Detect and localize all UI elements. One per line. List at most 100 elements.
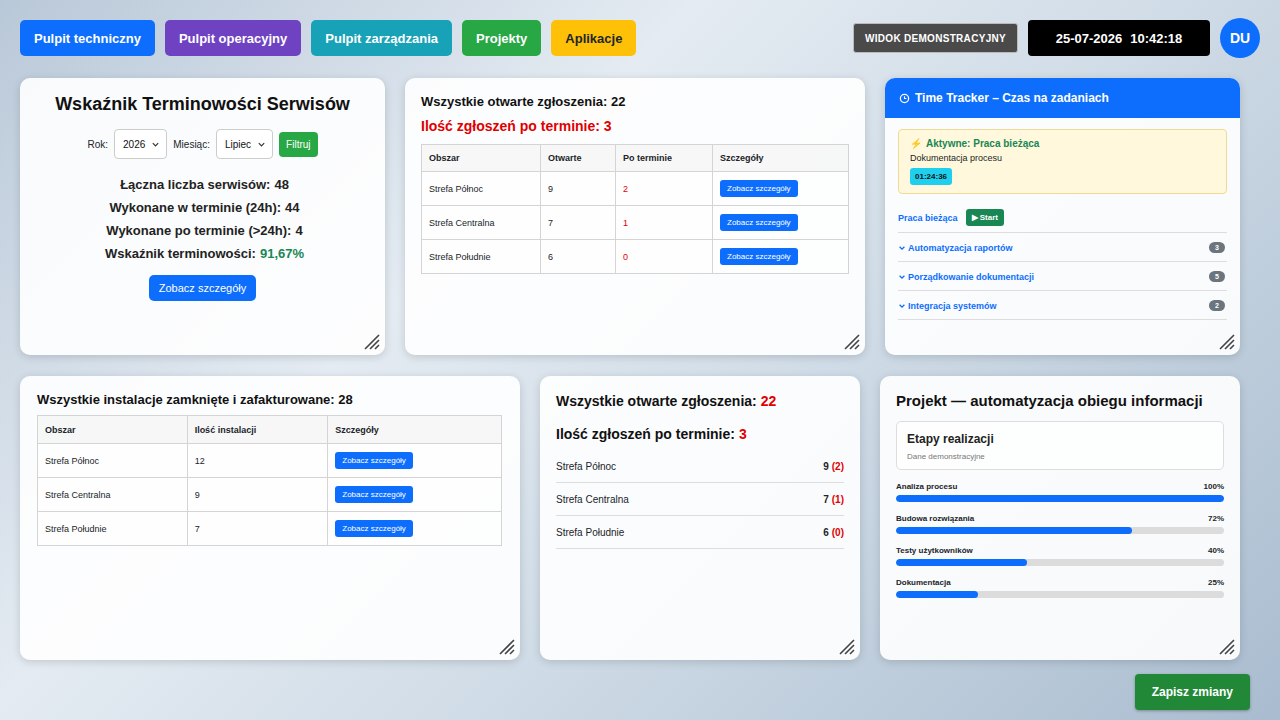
open-tickets-card: Wszystkie otwarte zgłoszenia: 22 Ilość zg…	[405, 78, 865, 355]
task-link[interactable]: Praca bieżąca	[898, 213, 958, 223]
group-name: Porządkowanie dokumentacji	[908, 272, 1034, 282]
summary-values: 6(0)	[823, 527, 844, 538]
cell: 12	[187, 444, 328, 478]
summary-row: Strefa Północ9(2)	[556, 450, 844, 483]
details-button[interactable]: Zobacz szczegóły	[335, 452, 413, 469]
column-header: Obszar	[422, 145, 541, 172]
table-row: Strefa Północ92Zobacz szczegóły	[422, 172, 849, 206]
nav-buttons: Pulpit techniczny Pulpit operacyjny Pulpit…	[20, 20, 636, 56]
open-tickets-table: ObszarOtwartePo terminieSzczegółyStrefa …	[421, 144, 849, 274]
chevron-down-icon	[151, 140, 160, 149]
column-header: Szczegóły	[328, 416, 502, 444]
stage-percent: 25%	[1208, 578, 1224, 587]
year-select[interactable]: 2026	[114, 129, 167, 159]
top-row: Wskaźnik Terminowości SerwisówRok:2026Mi…	[20, 78, 1260, 355]
resize-handle-icon	[1217, 332, 1235, 350]
stage: Dokumentacja25%	[896, 578, 1224, 598]
cell: 1	[616, 206, 713, 240]
stat-label: Łączna liczba serwisów:	[120, 177, 270, 192]
summary-label: Wszystkie otwarte zgłoszenia:	[556, 393, 757, 409]
start-button[interactable]: ▶ Start	[966, 209, 1004, 226]
task-group[interactable]: Porządkowanie dokumentacji 5	[898, 262, 1227, 291]
summary-values: 7(1)	[823, 494, 844, 505]
clock-time: 10:42:18	[1130, 31, 1182, 46]
nav-button[interactable]: Pulpit techniczny	[20, 20, 155, 56]
year-value: 2026	[123, 139, 145, 150]
group-name: Automatyzacja raportów	[908, 243, 1013, 253]
stat-line: Łączna liczba serwisów: 48	[34, 173, 371, 196]
overdue-count: Ilość zgłoszeń po terminie: 3	[421, 118, 849, 134]
progress-fill	[896, 591, 978, 598]
nav-button[interactable]: Aplikacje	[551, 20, 636, 56]
details-button[interactable]: Zobacz szczegóły	[335, 486, 413, 503]
details-button[interactable]: Zobacz szczegóły	[720, 180, 798, 197]
cell: Zobacz szczegóły	[328, 444, 502, 478]
active-label: ⚡Aktywne: Praca bieżąca	[910, 138, 1215, 149]
count-badge: 5	[1209, 271, 1225, 282]
cell: Strefa Centralna	[38, 478, 188, 512]
stage-label: Analiza procesu	[896, 482, 957, 491]
active-title: Aktywne: Praca bieżąca	[926, 138, 1039, 149]
resize-handle-icon	[842, 332, 860, 350]
column-header: Ilość instalacji	[187, 416, 328, 444]
card-title: Time Tracker – Czas na zadaniach	[915, 91, 1109, 105]
resize-handle-icon	[497, 637, 515, 655]
time-tracker-card: Time Tracker – Czas na zadaniach ⚡Aktywne…	[885, 78, 1240, 355]
card-title: Wszystkie otwarte zgłoszenia: 22	[421, 94, 849, 109]
details-button[interactable]: Zobacz szczegóły	[720, 248, 798, 265]
summary-overdue: Ilość zgłoszeń po terminie:3	[556, 426, 844, 442]
cell: 7	[187, 512, 328, 546]
stage: Budowa rozwiązania72%	[896, 514, 1224, 534]
cell: Strefa Południe	[38, 512, 188, 546]
stage-label: Testy użytkowników	[896, 546, 973, 555]
active-task: ⚡Aktywne: Praca bieżąca Dokumentacja proc…	[898, 129, 1227, 194]
column-header: Obszar	[38, 416, 188, 444]
cell: 9	[187, 478, 328, 512]
user-avatar[interactable]: DU	[1220, 18, 1260, 58]
bottom-row: Wszystkie instalacje zamknięte i zafaktu…	[20, 376, 1260, 660]
table-row: Strefa Centralna9 Zobacz szczegóły	[38, 478, 502, 512]
stat-line: Wskaźnik terminowości:91,67%	[34, 242, 371, 265]
group-label: Integracja systemów	[898, 301, 997, 311]
progress-fill	[896, 527, 1132, 534]
group-label: Porządkowanie dokumentacji	[898, 272, 1034, 282]
details-button[interactable]: Zobacz szczegóły	[720, 214, 798, 231]
task-group[interactable]: Automatyzacja raportów 3	[898, 233, 1227, 262]
cell: 2	[616, 172, 713, 206]
nav-button[interactable]: Projekty	[462, 20, 541, 56]
table-header: ObszarIlość instalacjiSzczegóły	[38, 416, 502, 444]
filter-button[interactable]: Filtruj	[279, 132, 317, 157]
details-button[interactable]: Zobacz szczegóły	[149, 275, 256, 301]
area-name: Strefa Południe	[556, 527, 624, 538]
summary-row: Strefa Południe 6(0)	[556, 516, 844, 549]
open-tickets-summary-card: Wszystkie otwarte zgłoszenia:22Ilość zgł…	[540, 376, 860, 660]
details-button[interactable]: Zobacz szczegóły	[335, 520, 413, 537]
save-button[interactable]: Zapisz zmiany	[1135, 674, 1250, 710]
open-count: 6	[823, 527, 829, 538]
clock: 25-07-2026 10:42:18	[1028, 20, 1210, 56]
cell: 6	[541, 240, 616, 274]
month-select[interactable]: Lipiec	[216, 129, 273, 159]
demo-view-button[interactable]: WIDOK DEMONSTRACYJNY	[853, 23, 1018, 53]
nav-button[interactable]: Pulpit zarządzania	[311, 20, 452, 56]
cell: 7	[541, 206, 616, 240]
open-count: 7	[823, 494, 829, 505]
active-task-name: Dokumentacja procesu	[910, 153, 1215, 163]
nav-button[interactable]: Pulpit operacyjny	[165, 20, 301, 56]
stage: Testy użytkowników 40%	[896, 546, 1224, 566]
stages-title: Etapy realizacji	[907, 432, 1213, 446]
chevron-icon	[898, 244, 906, 252]
summary-values: 9(2)	[823, 461, 844, 472]
timeliness-card: Wskaźnik Terminowości SerwisówRok:2026Mi…	[20, 78, 385, 355]
stat-value: 48	[274, 177, 288, 192]
count-badge: 3	[1209, 242, 1225, 253]
stage-label: Budowa rozwiązania	[896, 514, 974, 523]
table-row: Strefa Południe7 Zobacz szczegóły	[38, 512, 502, 546]
clock-date: 25-07-2026	[1056, 31, 1123, 46]
chevron-icon	[898, 273, 906, 281]
stat-label: Wskaźnik terminowości:	[105, 246, 256, 261]
stage-percent: 40%	[1208, 546, 1224, 555]
progress-track	[896, 527, 1224, 534]
group-name: Integracja systemów	[908, 301, 997, 311]
task-group[interactable]: Integracja systemów2	[898, 291, 1227, 320]
